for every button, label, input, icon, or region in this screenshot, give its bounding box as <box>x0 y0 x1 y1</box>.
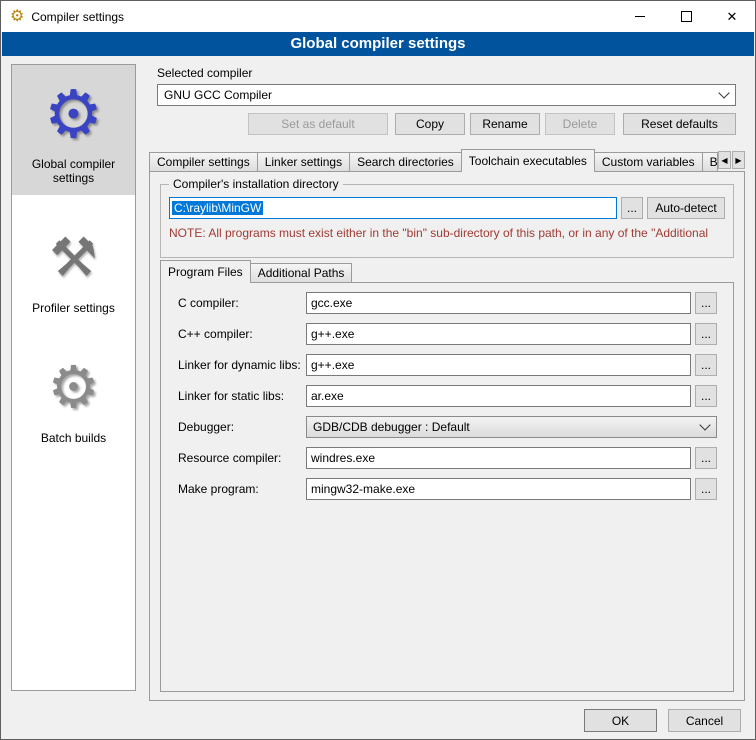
cancel-button[interactable]: Cancel <box>668 709 741 732</box>
blue-gear-icon: ⚙ <box>44 71 103 157</box>
sidebar-item-label: Batch builds <box>41 431 106 445</box>
tab-additional-paths[interactable]: Additional Paths <box>250 263 353 282</box>
chevron-down-icon <box>718 87 729 98</box>
maximize-icon <box>681 11 692 22</box>
cpp-compiler-label: C++ compiler: <box>178 327 306 341</box>
tab-linker-settings[interactable]: Linker settings <box>257 152 350 171</box>
selected-compiler-value: GNU GCC Compiler <box>164 88 714 102</box>
close-icon: ✕ <box>727 10 738 23</box>
debugger-value: GDB/CDB debugger : Default <box>313 420 695 434</box>
tab-scroll-right-icon[interactable]: ▶ <box>732 151 745 169</box>
titlebar[interactable]: ⚙ Compiler settings ✕ <box>1 1 755 32</box>
ok-button[interactable]: OK <box>584 709 657 732</box>
hammer-icon: ⚒ <box>49 215 97 301</box>
make-program-label: Make program: <box>178 482 306 496</box>
selected-compiler-label: Selected compiler <box>157 66 252 80</box>
tab-scroll-buttons: ◀ ▶ <box>718 151 745 169</box>
settings-tabstrip: Compiler settings Linker settings Search… <box>149 149 745 171</box>
c-compiler-input[interactable]: gcc.exe <box>306 292 691 314</box>
linker-dynamic-input[interactable]: g++.exe <box>306 354 691 376</box>
sidebar-item-batch-builds[interactable]: ⚙ Batch builds <box>12 339 135 455</box>
sidebar-item-label: Profiler settings <box>32 301 115 315</box>
make-program-value: mingw32-make.exe <box>311 482 415 496</box>
set-as-default-button[interactable]: Set as default <box>248 113 388 135</box>
sidebar-item-global-compiler-settings[interactable]: ⚙ Global compiler settings <box>12 65 135 195</box>
field-row-resource-compiler: Resource compiler: windres.exe ... <box>178 447 717 469</box>
page-title: Global compiler settings <box>2 32 754 56</box>
reset-defaults-button[interactable]: Reset defaults <box>623 113 736 135</box>
installation-directory-legend: Compiler's installation directory <box>169 177 343 191</box>
close-button[interactable]: ✕ <box>709 1 755 32</box>
delete-button[interactable]: Delete <box>545 113 615 135</box>
minimize-button[interactable] <box>617 1 663 32</box>
window-title: Compiler settings <box>31 10 124 24</box>
tab-search-directories[interactable]: Search directories <box>349 152 462 171</box>
field-row-cpp-compiler: C++ compiler: g++.exe ... <box>178 323 717 345</box>
app-icon: ⚙ <box>10 9 24 25</box>
installation-directory-value: C:\raylib\MinGW <box>172 201 263 215</box>
copy-button[interactable]: Copy <box>395 113 465 135</box>
linker-static-label: Linker for static libs: <box>178 389 306 403</box>
settings-sidebar: ⚙ Global compiler settings ⚒ Profiler se… <box>11 64 136 691</box>
cpp-compiler-input[interactable]: g++.exe <box>306 323 691 345</box>
installation-directory-row: C:\raylib\MinGW ... Auto-detect <box>169 197 725 219</box>
resource-compiler-browse-button[interactable]: ... <box>695 447 717 469</box>
program-files-page: C compiler: gcc.exe ... C++ compiler: g+… <box>160 282 734 692</box>
auto-detect-button[interactable]: Auto-detect <box>647 197 725 219</box>
field-row-debugger: Debugger: GDB/CDB debugger : Default <box>178 416 717 438</box>
c-compiler-browse-button[interactable]: ... <box>695 292 717 314</box>
field-row-make-program: Make program: mingw32-make.exe ... <box>178 478 717 500</box>
installation-directory-browse-button[interactable]: ... <box>621 197 643 219</box>
main-panel: Selected compiler GNU GCC Compiler Set a… <box>146 56 747 701</box>
debugger-select[interactable]: GDB/CDB debugger : Default <box>306 416 717 438</box>
compiler-buttons-row: Set as default Copy Rename Delete Reset … <box>157 113 736 135</box>
window-controls: ✕ <box>617 1 755 32</box>
selected-compiler-select[interactable]: GNU GCC Compiler <box>157 84 736 106</box>
rename-button[interactable]: Rename <box>470 113 540 135</box>
linker-dynamic-value: g++.exe <box>311 358 354 372</box>
tab-build-options[interactable]: Buil <box>702 152 718 171</box>
field-row-linker-static: Linker for static libs: ar.exe ... <box>178 385 717 407</box>
tab-compiler-settings[interactable]: Compiler settings <box>149 152 258 171</box>
resource-compiler-label: Resource compiler: <box>178 451 306 465</box>
linker-dynamic-label: Linker for dynamic libs: <box>178 358 306 372</box>
resource-compiler-input[interactable]: windres.exe <box>306 447 691 469</box>
linker-static-value: ar.exe <box>311 389 344 403</box>
chevron-down-icon <box>699 419 710 430</box>
debugger-label: Debugger: <box>178 420 306 434</box>
sidebar-item-profiler-settings[interactable]: ⚒ Profiler settings <box>12 209 135 325</box>
make-program-browse-button[interactable]: ... <box>695 478 717 500</box>
linker-dynamic-browse-button[interactable]: ... <box>695 354 717 376</box>
tab-toolchain-executables[interactable]: Toolchain executables <box>461 149 595 172</box>
cpp-compiler-browse-button[interactable]: ... <box>695 323 717 345</box>
maximize-button[interactable] <box>663 1 709 32</box>
gray-gears-icon: ⚙ <box>48 345 100 431</box>
installation-directory-group: Compiler's installation directory C:\ray… <box>160 184 734 258</box>
note-text: NOTE: All programs must exist either in … <box>169 226 731 240</box>
program-tabs: Program Files Additional Paths <box>160 260 734 282</box>
compiler-settings-dialog: ⚙ Compiler settings ✕ Global compiler se… <box>0 0 756 740</box>
field-row-linker-dynamic: Linker for dynamic libs: g++.exe ... <box>178 354 717 376</box>
minimize-icon <box>635 16 645 17</box>
c-compiler-label: C compiler: <box>178 296 306 310</box>
resource-compiler-value: windres.exe <box>311 451 375 465</box>
toolchain-executables-page: Compiler's installation directory C:\ray… <box>149 171 745 701</box>
installation-directory-input[interactable]: C:\raylib\MinGW <box>169 197 617 219</box>
linker-static-input[interactable]: ar.exe <box>306 385 691 407</box>
tab-custom-variables[interactable]: Custom variables <box>594 152 703 171</box>
make-program-input[interactable]: mingw32-make.exe <box>306 478 691 500</box>
cpp-compiler-value: g++.exe <box>311 327 354 341</box>
field-row-c-compiler: C compiler: gcc.exe ... <box>178 292 717 314</box>
tab-program-files[interactable]: Program Files <box>160 260 251 283</box>
c-compiler-value: gcc.exe <box>311 296 352 310</box>
tab-scroll-left-icon[interactable]: ◀ <box>718 151 731 169</box>
sidebar-item-label: Global compiler settings <box>15 157 132 185</box>
linker-static-browse-button[interactable]: ... <box>695 385 717 407</box>
